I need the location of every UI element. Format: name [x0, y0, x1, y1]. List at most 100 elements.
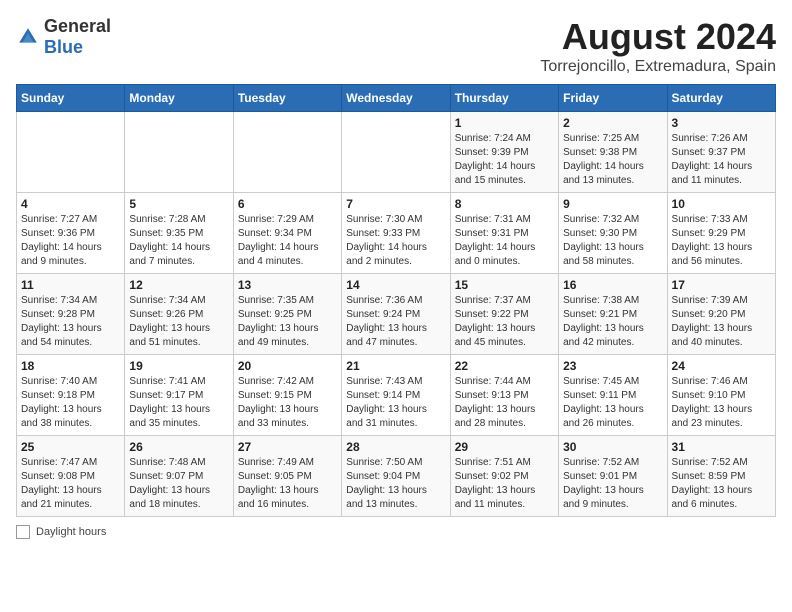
day-number: 17 [672, 278, 771, 292]
day-number: 23 [563, 359, 662, 373]
day-number: 21 [346, 359, 445, 373]
calendar-cell: 12 Sunrise: 7:34 AM Sunset: 9:26 PM Dayli… [125, 274, 233, 355]
day-number: 22 [455, 359, 554, 373]
day-number: 18 [21, 359, 120, 373]
calendar-cell: 5 Sunrise: 7:28 AM Sunset: 9:35 PM Daylig… [125, 193, 233, 274]
header-thursday: Thursday [450, 85, 558, 112]
calendar-cell: 10 Sunrise: 7:33 AM Sunset: 9:29 PM Dayli… [667, 193, 775, 274]
day-number: 15 [455, 278, 554, 292]
header-monday: Monday [125, 85, 233, 112]
calendar-cell: 14 Sunrise: 7:36 AM Sunset: 9:24 PM Dayli… [342, 274, 450, 355]
day-info: Sunrise: 7:35 AM Sunset: 9:25 PM Dayligh… [238, 294, 337, 350]
header-saturday: Saturday [667, 85, 775, 112]
header-tuesday: Tuesday [233, 85, 341, 112]
day-number: 25 [21, 440, 120, 454]
day-number: 16 [563, 278, 662, 292]
subtitle: Torrejoncillo, Extremadura, Spain [540, 58, 776, 76]
calendar-cell: 28 Sunrise: 7:50 AM Sunset: 9:04 PM Dayli… [342, 436, 450, 517]
day-number: 8 [455, 197, 554, 211]
week-row-5: 25 Sunrise: 7:47 AM Sunset: 9:08 PM Dayli… [17, 436, 776, 517]
day-number: 10 [672, 197, 771, 211]
calendar-cell: 3 Sunrise: 7:26 AM Sunset: 9:37 PM Daylig… [667, 112, 775, 193]
calendar-cell: 19Sunrise: 7:41 AM Sunset: 9:17 PM Dayli… [125, 355, 233, 436]
legend: Daylight hours [16, 525, 776, 539]
day-info: Sunrise: 7:34 AM Sunset: 9:26 PM Dayligh… [129, 294, 228, 350]
day-number: 9 [563, 197, 662, 211]
title-area: August 2024 Torrejoncillo, Extremadura, … [540, 16, 776, 76]
day-info: Sunrise: 7:28 AM Sunset: 9:35 PM Dayligh… [129, 213, 228, 269]
calendar-cell: 7 Sunrise: 7:30 AM Sunset: 9:33 PM Daylig… [342, 193, 450, 274]
header-row: SundayMondayTuesdayWednesdayThursdayFrid… [17, 85, 776, 112]
day-number: 6 [238, 197, 337, 211]
day-info: Sunrise: 7:42 AM Sunset: 9:15 PM Dayligh… [238, 375, 337, 431]
header-wednesday: Wednesday [342, 85, 450, 112]
day-info: Sunrise: 7:31 AM Sunset: 9:31 PM Dayligh… [455, 213, 554, 269]
day-info: Sunrise: 7:40 AM Sunset: 9:18 PM Dayligh… [21, 375, 120, 431]
day-info: Sunrise: 7:52 AM Sunset: 8:59 PM Dayligh… [672, 456, 771, 512]
legend-daylight-label: Daylight hours [36, 526, 106, 538]
day-info: Sunrise: 7:41 AM Sunset: 9:17 PM Dayligh… [129, 375, 228, 431]
day-number: 14 [346, 278, 445, 292]
logo-general: General [44, 16, 111, 36]
main-title: August 2024 [540, 16, 776, 58]
calendar-cell: 25 Sunrise: 7:47 AM Sunset: 9:08 PM Dayli… [17, 436, 125, 517]
day-number: 20 [238, 359, 337, 373]
calendar-header: SundayMondayTuesdayWednesdayThursdayFrid… [17, 85, 776, 112]
day-info: Sunrise: 7:26 AM Sunset: 9:37 PM Dayligh… [672, 132, 771, 188]
calendar-cell: 16 Sunrise: 7:38 AM Sunset: 9:21 PM Dayli… [559, 274, 667, 355]
calendar-cell: 21Sunrise: 7:43 AM Sunset: 9:14 PM Dayli… [342, 355, 450, 436]
legend-color-daylight [16, 525, 30, 539]
logo: General Blue [16, 16, 111, 58]
day-info: Sunrise: 7:52 AM Sunset: 9:01 PM Dayligh… [563, 456, 662, 512]
day-number: 24 [672, 359, 771, 373]
week-row-1: 1 Sunrise: 7:24 AM Sunset: 9:39 PM Daylig… [17, 112, 776, 193]
header-sunday: Sunday [17, 85, 125, 112]
day-info: Sunrise: 7:48 AM Sunset: 9:07 PM Dayligh… [129, 456, 228, 512]
calendar-cell: 15 Sunrise: 7:37 AM Sunset: 9:22 PM Dayli… [450, 274, 558, 355]
day-number: 27 [238, 440, 337, 454]
day-number: 12 [129, 278, 228, 292]
calendar-cell: 9Sunrise: 7:32 AM Sunset: 9:30 PM Daylig… [559, 193, 667, 274]
day-info: Sunrise: 7:29 AM Sunset: 9:34 PM Dayligh… [238, 213, 337, 269]
day-info: Sunrise: 7:38 AM Sunset: 9:21 PM Dayligh… [563, 294, 662, 350]
day-info: Sunrise: 7:50 AM Sunset: 9:04 PM Dayligh… [346, 456, 445, 512]
calendar-cell: 29Sunrise: 7:51 AM Sunset: 9:02 PM Dayli… [450, 436, 558, 517]
week-row-4: 18 Sunrise: 7:40 AM Sunset: 9:18 PM Dayli… [17, 355, 776, 436]
calendar-cell: 13 Sunrise: 7:35 AM Sunset: 9:25 PM Dayli… [233, 274, 341, 355]
header-friday: Friday [559, 85, 667, 112]
day-info: Sunrise: 7:47 AM Sunset: 9:08 PM Dayligh… [21, 456, 120, 512]
day-info: Sunrise: 7:37 AM Sunset: 9:22 PM Dayligh… [455, 294, 554, 350]
day-info: Sunrise: 7:36 AM Sunset: 9:24 PM Dayligh… [346, 294, 445, 350]
day-number: 3 [672, 116, 771, 130]
legend-item-daylight: Daylight hours [16, 525, 106, 539]
day-number: 1 [455, 116, 554, 130]
day-number: 31 [672, 440, 771, 454]
calendar-cell: 30Sunrise: 7:52 AM Sunset: 9:01 PM Dayli… [559, 436, 667, 517]
day-info: Sunrise: 7:33 AM Sunset: 9:29 PM Dayligh… [672, 213, 771, 269]
logo-text: General Blue [44, 16, 111, 58]
day-number: 13 [238, 278, 337, 292]
calendar-cell [17, 112, 125, 193]
day-info: Sunrise: 7:45 AM Sunset: 9:11 PM Dayligh… [563, 375, 662, 431]
day-info: Sunrise: 7:30 AM Sunset: 9:33 PM Dayligh… [346, 213, 445, 269]
calendar-cell: 22 Sunrise: 7:44 AM Sunset: 9:13 PM Dayli… [450, 355, 558, 436]
logo-blue: Blue [44, 37, 83, 57]
calendar-cell: 23 Sunrise: 7:45 AM Sunset: 9:11 PM Dayli… [559, 355, 667, 436]
day-number: 29 [455, 440, 554, 454]
day-number: 4 [21, 197, 120, 211]
calendar-cell: 20 Sunrise: 7:42 AM Sunset: 9:15 PM Dayli… [233, 355, 341, 436]
calendar-cell: 1 Sunrise: 7:24 AM Sunset: 9:39 PM Daylig… [450, 112, 558, 193]
page-header: General Blue August 2024 Torrejoncillo, … [16, 16, 776, 76]
calendar-cell: 24 Sunrise: 7:46 AM Sunset: 9:10 PM Dayli… [667, 355, 775, 436]
calendar-cell: 31 Sunrise: 7:52 AM Sunset: 8:59 PM Dayli… [667, 436, 775, 517]
day-number: 5 [129, 197, 228, 211]
day-info: Sunrise: 7:25 AM Sunset: 9:38 PM Dayligh… [563, 132, 662, 188]
week-row-2: 4Sunrise: 7:27 AM Sunset: 9:36 PM Daylig… [17, 193, 776, 274]
calendar-cell: 17 Sunrise: 7:39 AM Sunset: 9:20 PM Dayli… [667, 274, 775, 355]
day-info: Sunrise: 7:46 AM Sunset: 9:10 PM Dayligh… [672, 375, 771, 431]
day-number: 7 [346, 197, 445, 211]
day-info: Sunrise: 7:39 AM Sunset: 9:20 PM Dayligh… [672, 294, 771, 350]
day-info: Sunrise: 7:24 AM Sunset: 9:39 PM Dayligh… [455, 132, 554, 188]
day-info: Sunrise: 7:44 AM Sunset: 9:13 PM Dayligh… [455, 375, 554, 431]
day-number: 28 [346, 440, 445, 454]
